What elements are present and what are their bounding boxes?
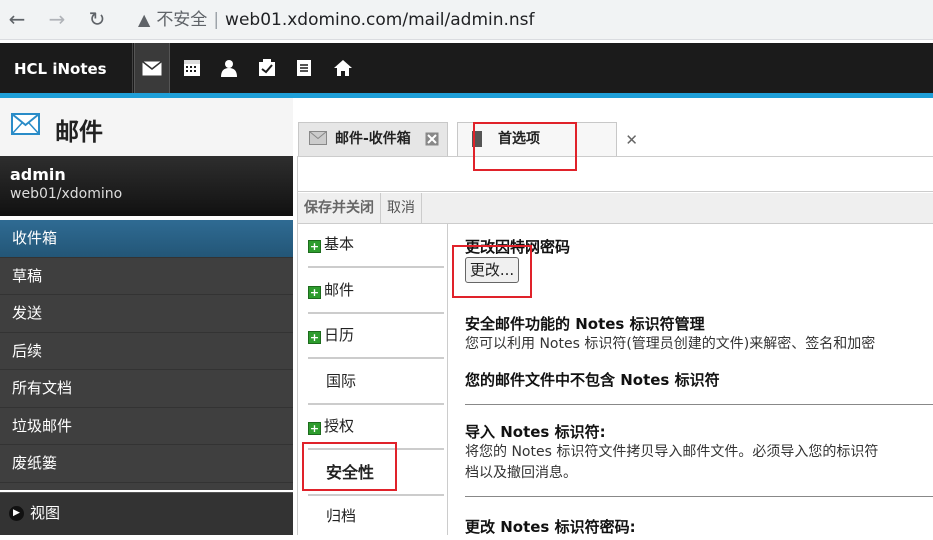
reload-icon[interactable]: ↻ (86, 8, 108, 30)
mail-nav: 收件箱 草稿 发送 后续 所有文档 垃圾邮件 废纸篓 (0, 220, 293, 490)
import-id-description-cont: 档以及撤回消息。 (465, 465, 577, 481)
page-title: 邮件 (55, 118, 103, 146)
mail-icon (309, 131, 327, 145)
brand-name: HCL iNotes (0, 43, 133, 93)
forward-arrow-icon[interactable]: → (46, 8, 68, 30)
expand-plus-icon: + (308, 331, 321, 344)
calendar-icon[interactable] (179, 55, 205, 81)
action-bar: 保存并关闭 取消 (298, 193, 933, 224)
divider (465, 496, 933, 497)
tab-preferences[interactable]: 首选项 ✕ (457, 122, 638, 157)
security-settings: 更改因特网密码 更改... 安全邮件功能的 Notes 标识符管理 您可以利用 … (451, 224, 933, 535)
user-name: admin (10, 165, 66, 184)
save-close-button[interactable]: 保存并关闭 (298, 193, 381, 224)
nav-item-sent[interactable]: 发送 (0, 295, 293, 333)
pref-item-label: 授权 (324, 417, 355, 435)
tab-label: 首选项 (498, 131, 540, 147)
close-tab-icon[interactable]: ✕ (625, 124, 638, 156)
notebook-icon[interactable] (291, 55, 317, 81)
warning-icon: ▲ (138, 10, 151, 29)
mail-icon[interactable] (134, 43, 170, 93)
cancel-button[interactable]: 取消 (381, 193, 422, 224)
home-icon[interactable] (330, 55, 356, 81)
nav-item-followup[interactable]: 后续 (0, 333, 293, 370)
expand-plus-icon: + (308, 422, 321, 435)
user-server: web01/xdomino (10, 186, 123, 202)
expand-plus-icon: + (308, 240, 321, 253)
pref-item-label: 日历 (324, 326, 355, 344)
pref-item-mail[interactable]: + 邮件 (308, 270, 444, 314)
contacts-icon[interactable] (216, 55, 242, 81)
preferences-icon (472, 131, 482, 147)
left-panel: 邮件 admin web01/xdomino 收件箱 草稿 发送 后续 所有文档… (0, 98, 293, 535)
url-separator: | (213, 10, 220, 30)
pref-item-international[interactable]: 国际 (308, 361, 444, 405)
nav-item-junk[interactable]: 垃圾邮件 (0, 408, 293, 445)
pref-item-label: 基本 (324, 235, 355, 253)
pref-item-security[interactable]: 安全性 (308, 450, 444, 496)
views-label: 视图 (30, 504, 61, 522)
mail-icon (11, 113, 40, 135)
app-header: HCL iNotes (0, 43, 933, 93)
pref-item-label: 邮件 (324, 281, 355, 299)
url-text: web01.xdomino.com/mail/admin.nsf (225, 10, 535, 30)
expand-arrow-icon: ▶ (9, 506, 24, 521)
preferences-panel: 保存并关闭 取消 + 基本 + 邮件 + 日历 国际 + 授权 安全性 归档 更改因特网密… (297, 156, 933, 535)
expand-plus-icon: + (308, 286, 321, 299)
nav-item-all-documents[interactable]: 所有文档 (0, 370, 293, 408)
change-password-button[interactable]: 更改... (465, 257, 519, 283)
back-arrow-icon[interactable]: ← (6, 8, 28, 30)
internet-password-heading: 更改因特网密码 (465, 238, 571, 256)
pref-item-basic[interactable]: + 基本 (308, 224, 444, 268)
pref-item-calendar[interactable]: + 日历 (308, 315, 444, 359)
close-tab-icon[interactable] (425, 123, 439, 157)
toolbar-spacer (298, 156, 933, 192)
views-toggle[interactable]: ▶ 视图 (0, 492, 293, 535)
todo-icon[interactable] (254, 55, 280, 81)
divider (465, 404, 933, 405)
insecure-label: 不安全 (156, 10, 208, 30)
tab-label: 邮件-收件箱 (335, 131, 411, 147)
change-id-password-heading: 更改 Notes 标识符密码: (465, 518, 636, 535)
tab-mail-inbox[interactable]: 邮件-收件箱 (298, 122, 448, 156)
import-id-description: 将您的 Notes 标识符文件拷贝导入邮件文件。必须导入您的标识符 (465, 444, 879, 460)
browser-toolbar: ← → ↻ ▲ 不安全 | web01.xdomino.com/mail/admin.… (0, 0, 933, 40)
user-info: admin web01/xdomino (0, 156, 293, 216)
nav-item-drafts[interactable]: 草稿 (0, 258, 293, 295)
notes-id-description: 您可以利用 Notes 标识符(管理员创建的文件)来解密、签名和加密 (465, 336, 876, 352)
tab-bar: 邮件-收件箱 首选项 ✕ (293, 98, 933, 157)
nav-item-trash[interactable]: 废纸篓 (0, 445, 293, 483)
mail-title-bar: 邮件 (0, 98, 293, 156)
preferences-nav: + 基本 + 邮件 + 日历 国际 + 授权 安全性 归档 (298, 224, 448, 535)
address-bar[interactable]: ▲ 不安全 | web01.xdomino.com/mail/admin.nsf (124, 4, 933, 35)
pref-item-delegation[interactable]: + 授权 (308, 406, 444, 450)
notes-id-heading: 安全邮件功能的 Notes 标识符管理 (465, 315, 705, 333)
pref-item-archive[interactable]: 归档 (308, 496, 444, 540)
import-id-heading: 导入 Notes 标识符: (465, 423, 606, 441)
nav-item-inbox[interactable]: 收件箱 (0, 220, 293, 258)
no-id-heading: 您的邮件文件中不包含 Notes 标识符 (465, 371, 720, 389)
